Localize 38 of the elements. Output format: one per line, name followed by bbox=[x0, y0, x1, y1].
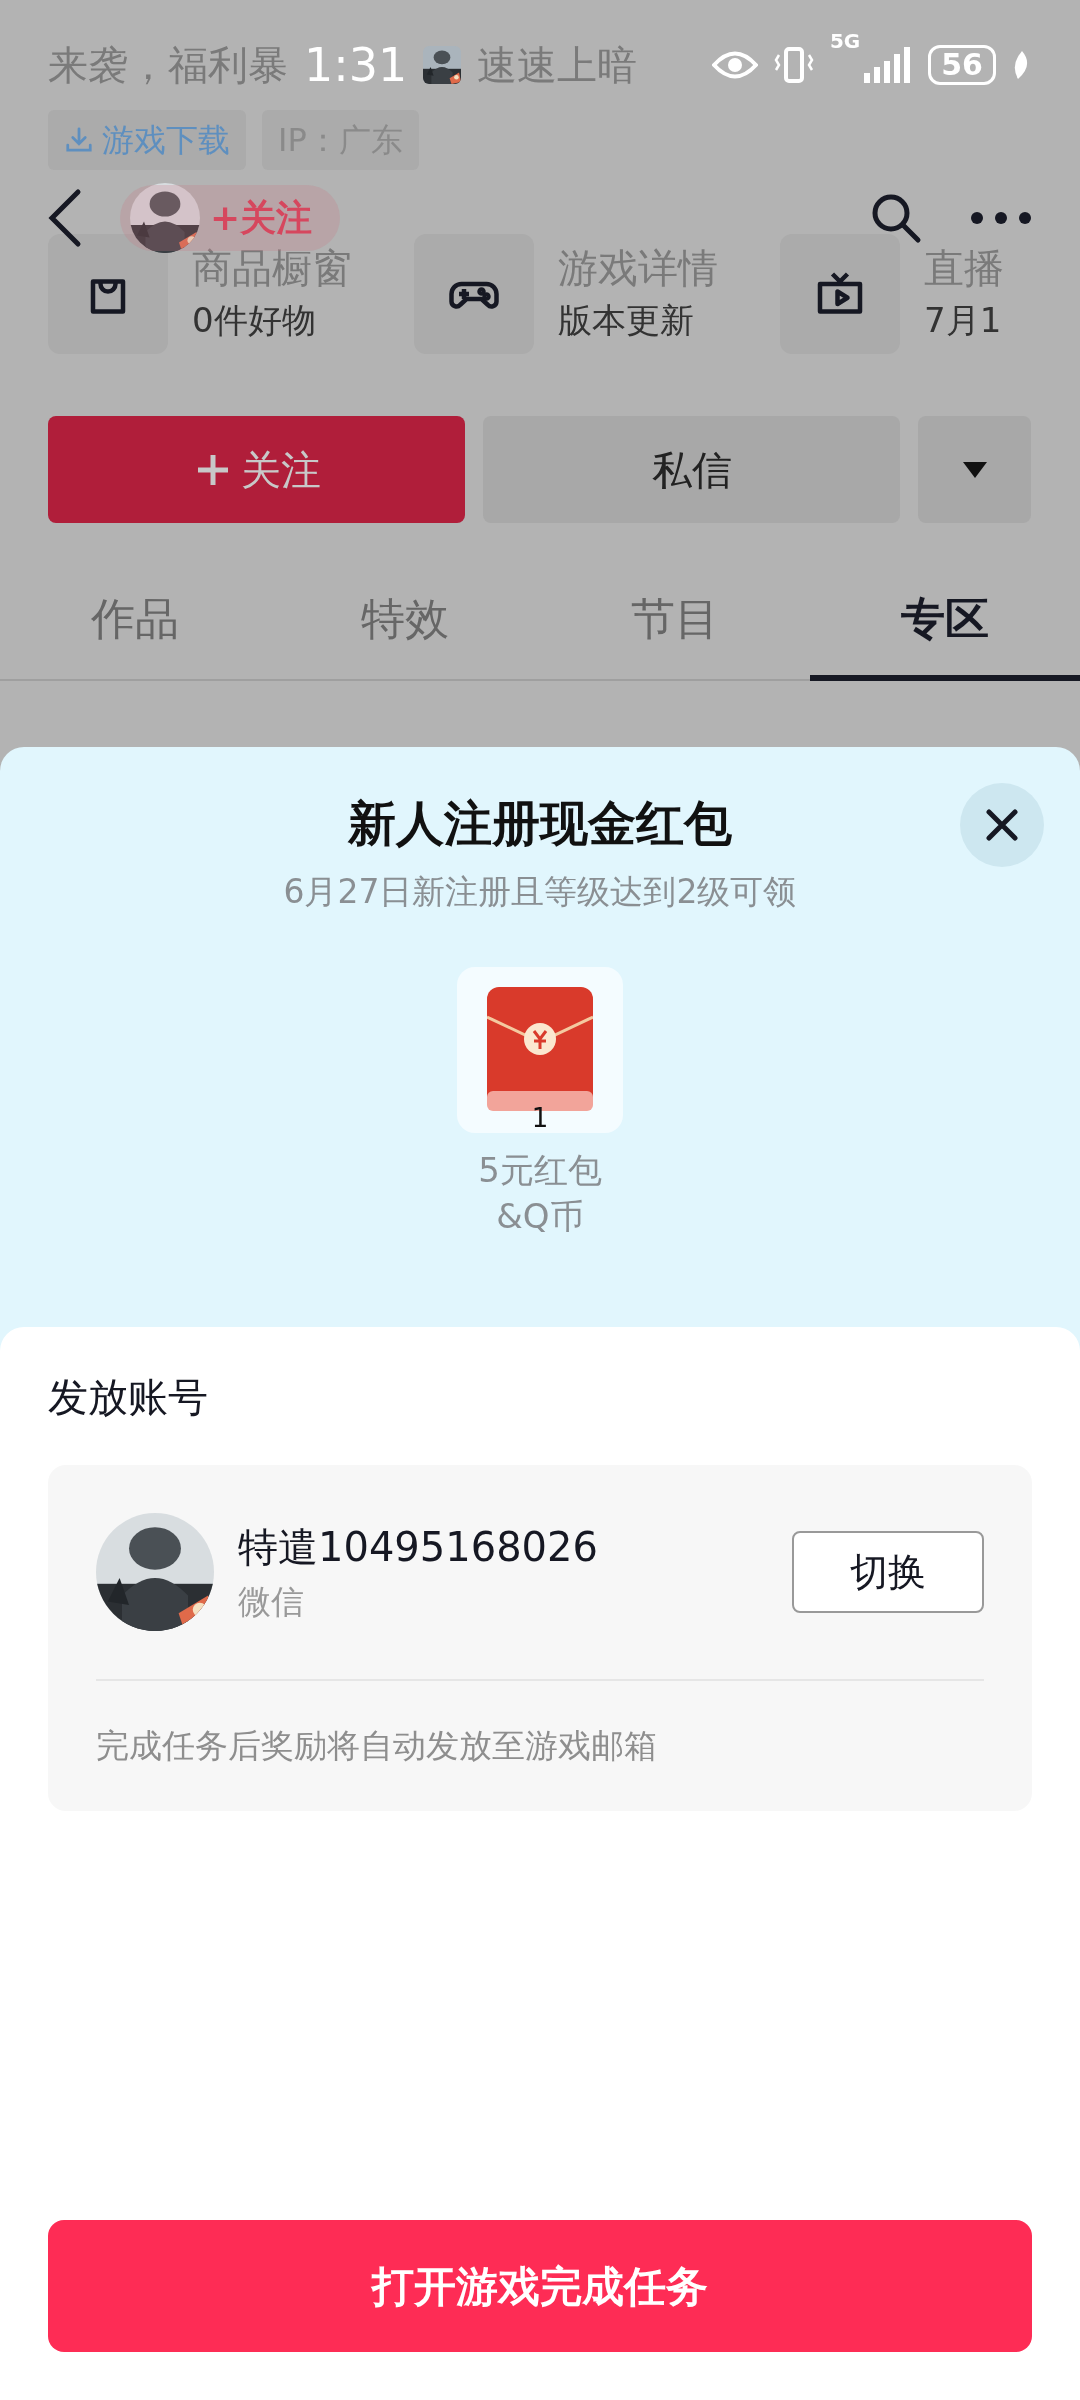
shortcut-subtitle: 0件好物 bbox=[192, 299, 317, 342]
shortcut-tile[interactable] bbox=[414, 234, 534, 354]
shortcut-tile[interactable] bbox=[780, 234, 900, 354]
profile-tab[interactable]: 作品 bbox=[0, 563, 270, 681]
notification-app-icon bbox=[423, 46, 462, 84]
close-icon bbox=[985, 808, 1019, 842]
search-icon[interactable] bbox=[870, 192, 922, 244]
vibrate-icon bbox=[773, 47, 814, 83]
back-icon[interactable] bbox=[48, 188, 82, 248]
shortcut-tile[interactable] bbox=[48, 234, 168, 354]
shortcut-subtitle: 7月1 bbox=[924, 299, 1003, 342]
account-platform: 微信 bbox=[238, 1581, 305, 1624]
profile-tab[interactable]: 特效 bbox=[270, 563, 540, 681]
caret-icon bbox=[960, 459, 989, 480]
follow-button[interactable]: 关注 bbox=[48, 416, 465, 523]
open-game-button[interactable]: 打开游戏完成任务 bbox=[48, 2220, 1032, 2352]
shortcut-subtitle: 版本更新 bbox=[558, 299, 695, 342]
shortcut-title: 游戏详情 bbox=[558, 244, 718, 293]
reward-note: 完成任务后奖励将自动发放至游戏邮箱 bbox=[96, 1725, 658, 1767]
message-button[interactable]: 私信 bbox=[483, 416, 900, 523]
sheet-subtitle: 6月27日新注册且等级达到2级可领 bbox=[283, 871, 797, 913]
section-heading: 发放账号 bbox=[48, 1373, 209, 1422]
status-time: 1:31 bbox=[304, 36, 408, 94]
account-name: 特遣10495168026 bbox=[238, 1523, 599, 1573]
reward-count: 1 bbox=[530, 1102, 550, 1133]
battery-level: 56 bbox=[928, 45, 996, 85]
reward-label: 5元红包 &Q币 bbox=[478, 1148, 602, 1238]
description-text: 速速上暗 bbox=[477, 41, 638, 90]
shortcut-title: 直播 bbox=[924, 244, 1004, 293]
eye-icon bbox=[711, 50, 758, 80]
profile-tab[interactable]: 节目 bbox=[540, 563, 810, 681]
profile-tab[interactable]: 专区 bbox=[810, 563, 1080, 681]
more-icon[interactable] bbox=[970, 211, 1032, 225]
sheet-title: 新人注册现金红包 bbox=[348, 794, 732, 853]
signal-icon bbox=[862, 47, 913, 83]
description-text: 来袭，福利暴 bbox=[48, 41, 288, 90]
switch-button[interactable]: 切换 bbox=[792, 1531, 984, 1613]
network-label: 5G bbox=[829, 28, 861, 55]
